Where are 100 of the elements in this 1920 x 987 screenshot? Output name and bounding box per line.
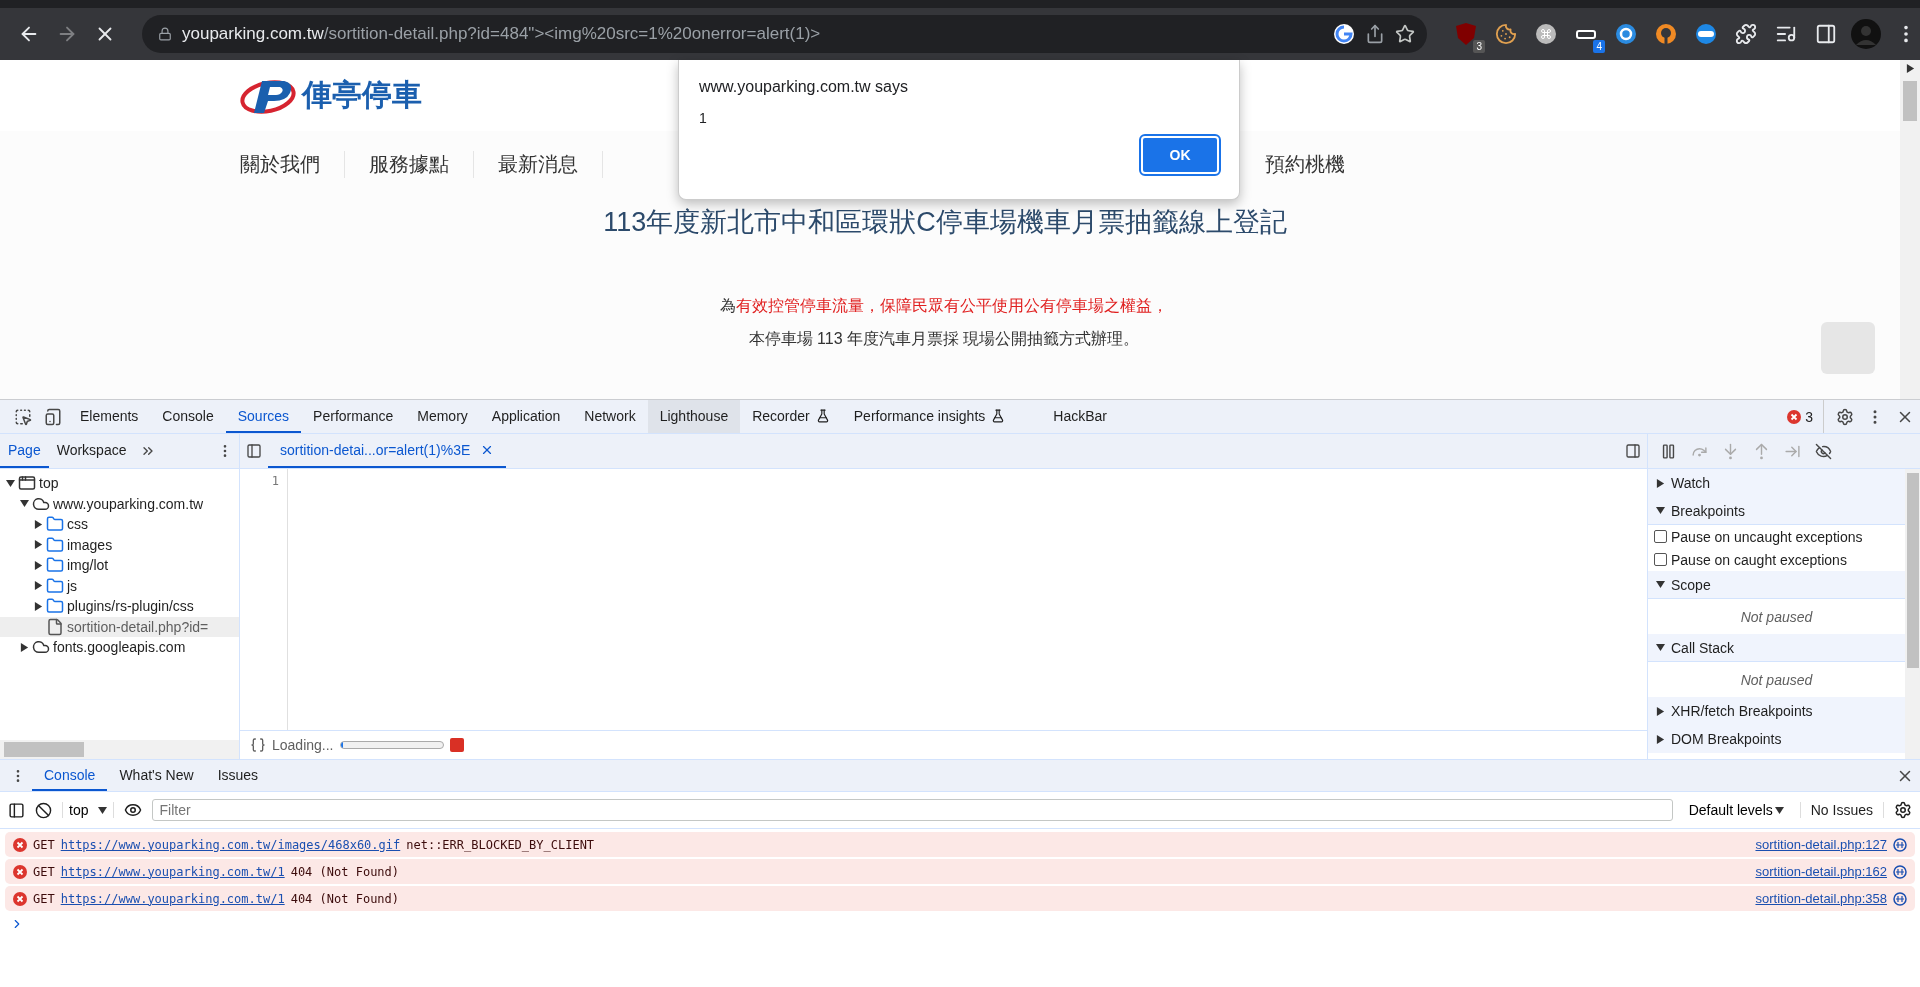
devtools-tab[interactable]: Performance insights bbox=[841, 400, 1018, 433]
tree-item[interactable]: img/lot bbox=[0, 555, 239, 576]
nav-link[interactable]: 預約桃機 bbox=[1265, 151, 1345, 178]
dropdown-arrow-icon[interactable] bbox=[98, 805, 108, 815]
url-link[interactable]: https://www.youparking.com.tw/1 bbox=[60, 864, 285, 879]
scrollbar-thumb[interactable] bbox=[1906, 473, 1919, 668]
folder-icon bbox=[46, 535, 64, 554]
expanded-arrow-icon[interactable] bbox=[20, 499, 29, 509]
tree-item[interactable]: js bbox=[0, 575, 239, 596]
scrollbar-thumb[interactable] bbox=[1903, 81, 1917, 121]
expanded-arrow-icon[interactable] bbox=[6, 478, 15, 488]
collapsed-arrow-icon[interactable] bbox=[20, 642, 29, 652]
bookmark-star-icon[interactable] bbox=[1395, 24, 1415, 44]
devtools-tab[interactable]: Network bbox=[572, 400, 648, 433]
devtools-tab[interactable]: HackBar bbox=[1041, 400, 1119, 433]
devtools-tab[interactable]: Console bbox=[150, 400, 226, 433]
error-icon bbox=[13, 864, 27, 879]
line-number: 1 bbox=[270, 474, 279, 488]
devtools-tab[interactable]: Lighthouse bbox=[647, 400, 741, 433]
devtools-tab[interactable]: Recorder bbox=[740, 400, 842, 433]
extensions-icon[interactable] bbox=[1735, 23, 1757, 45]
scroll-up-icon[interactable] bbox=[1905, 64, 1915, 73]
file-tab[interactable]: sortition-detai...or=alert(1)%3E bbox=[268, 434, 507, 468]
folder-icon bbox=[46, 597, 64, 616]
cookie-icon[interactable] bbox=[1495, 23, 1517, 45]
source-link[interactable]: sortition-detail.php:127 bbox=[1755, 837, 1887, 852]
network-icon[interactable] bbox=[1893, 891, 1907, 906]
url-link[interactable]: https://www.youparking.com.tw/1 bbox=[60, 891, 285, 906]
collapsed-arrow-icon[interactable] bbox=[1656, 478, 1665, 488]
side-panel-icon[interactable] bbox=[1815, 23, 1837, 45]
section-header[interactable]: XHR/fetch Breakpoints bbox=[1648, 697, 1905, 725]
section-header[interactable]: Scope bbox=[1648, 571, 1905, 599]
sidebar-toggle-icon[interactable] bbox=[8, 801, 25, 819]
expanded-arrow-icon[interactable] bbox=[1656, 506, 1665, 515]
ring-icon[interactable] bbox=[1615, 23, 1637, 45]
drawer-tab[interactable]: What's New bbox=[107, 760, 206, 791]
braces-icon[interactable] bbox=[250, 737, 266, 753]
scrollbar[interactable] bbox=[1905, 469, 1920, 759]
nav-link[interactable]: 關於我們 bbox=[240, 151, 345, 178]
scrollbar-thumb[interactable] bbox=[4, 742, 84, 757]
section-header[interactable]: Call Stack bbox=[1648, 634, 1905, 662]
expanded-arrow-icon[interactable] bbox=[1656, 580, 1665, 589]
tree-item[interactable]: www.youparking.com.tw bbox=[0, 493, 239, 514]
stop-icon[interactable] bbox=[449, 738, 464, 752]
mask-icon[interactable] bbox=[1695, 23, 1717, 45]
collapsed-arrow-icon[interactable] bbox=[34, 519, 43, 529]
folder-icon bbox=[46, 576, 64, 595]
filter-field[interactable]: Filter bbox=[152, 799, 1673, 821]
badge-count: 4 bbox=[1593, 40, 1605, 53]
eye-icon[interactable] bbox=[124, 801, 143, 819]
devtools-tab[interactable]: Application bbox=[479, 400, 573, 433]
dropdown-arrow-icon[interactable] bbox=[1774, 805, 1784, 815]
status-message: Not paused bbox=[1739, 670, 1814, 690]
collapsed-arrow-icon[interactable] bbox=[1656, 734, 1665, 744]
command-icon[interactable] bbox=[1535, 23, 1557, 45]
section-header[interactable]: Breakpoints bbox=[1648, 497, 1905, 525]
tree-item[interactable]: top bbox=[0, 473, 239, 494]
source-link[interactable]: sortition-detail.php:358 bbox=[1755, 891, 1887, 906]
ok-button[interactable]: OK bbox=[1141, 136, 1219, 174]
issues-status[interactable]: No Issues bbox=[1799, 802, 1884, 818]
expanded-arrow-icon[interactable] bbox=[1656, 643, 1665, 652]
tree-item[interactable]: plugins/rs-plugin/css bbox=[0, 596, 239, 617]
scrollbar[interactable] bbox=[0, 740, 239, 759]
checkbox[interactable] bbox=[1654, 530, 1667, 543]
section-header[interactable]: Watch bbox=[1648, 469, 1905, 497]
devtools-tab[interactable]: Elements bbox=[68, 400, 151, 433]
share-icon[interactable] bbox=[1365, 24, 1385, 44]
page-title: 113年度新北市中和區環狀C停車場機車月票抽籤線上登記 bbox=[603, 206, 1287, 239]
levels-dropdown[interactable]: Default levels bbox=[1682, 801, 1790, 819]
tree-item[interactable]: images bbox=[0, 534, 239, 555]
note-text: 本停車場 113 年度汽車月票採 現場公開抽籤方式辦理。 bbox=[748, 329, 1140, 349]
collapsed-arrow-icon[interactable] bbox=[1656, 706, 1665, 716]
network-icon[interactable] bbox=[1893, 864, 1907, 879]
navigator-tab[interactable]: Page bbox=[0, 434, 49, 468]
drawer-tab[interactable]: Issues bbox=[205, 760, 271, 791]
drawer-tab[interactable]: Console bbox=[32, 760, 108, 791]
flask-icon bbox=[991, 408, 1006, 423]
clear-console-icon[interactable] bbox=[35, 801, 52, 819]
devtools-tab[interactable]: Performance bbox=[301, 400, 406, 433]
scrollbar[interactable] bbox=[1900, 60, 1920, 399]
error-count[interactable]: 3 bbox=[1787, 400, 1824, 433]
tree-item[interactable]: css bbox=[0, 514, 239, 535]
context-selector[interactable]: top bbox=[62, 802, 115, 818]
keyhole-icon[interactable] bbox=[1655, 23, 1677, 45]
nav-link[interactable]: 最新消息 bbox=[498, 151, 603, 178]
folder-icon bbox=[46, 515, 64, 534]
source-link[interactable]: sortition-detail.php:162 bbox=[1755, 864, 1887, 879]
tree-item[interactable]: sortition-detail.php?id= bbox=[0, 616, 239, 637]
tree-item[interactable]: fonts.googleapis.com bbox=[0, 637, 239, 658]
navigator-tab[interactable]: Workspace bbox=[48, 434, 135, 468]
checkbox[interactable] bbox=[1654, 553, 1667, 566]
url-link[interactable]: https://www.youparking.com.tw/images/468x60.gif bbox=[60, 837, 401, 852]
devtools-tab[interactable]: Memory bbox=[405, 400, 480, 433]
settings-icon[interactable] bbox=[1894, 801, 1912, 819]
nav-link[interactable]: 服務據點 bbox=[369, 151, 474, 178]
network-icon[interactable] bbox=[1893, 837, 1907, 852]
google-icon[interactable] bbox=[1333, 23, 1355, 45]
section-header[interactable]: DOM Breakpoints bbox=[1648, 725, 1905, 753]
error-text: net::ERR_BLOCKED_BY_CLIENT bbox=[406, 837, 595, 852]
address-bar[interactable]: youparking.com.tw/sortition-detail.php?id=484"><img%20src=1%20onerror=alert(1)> bbox=[142, 15, 1427, 53]
